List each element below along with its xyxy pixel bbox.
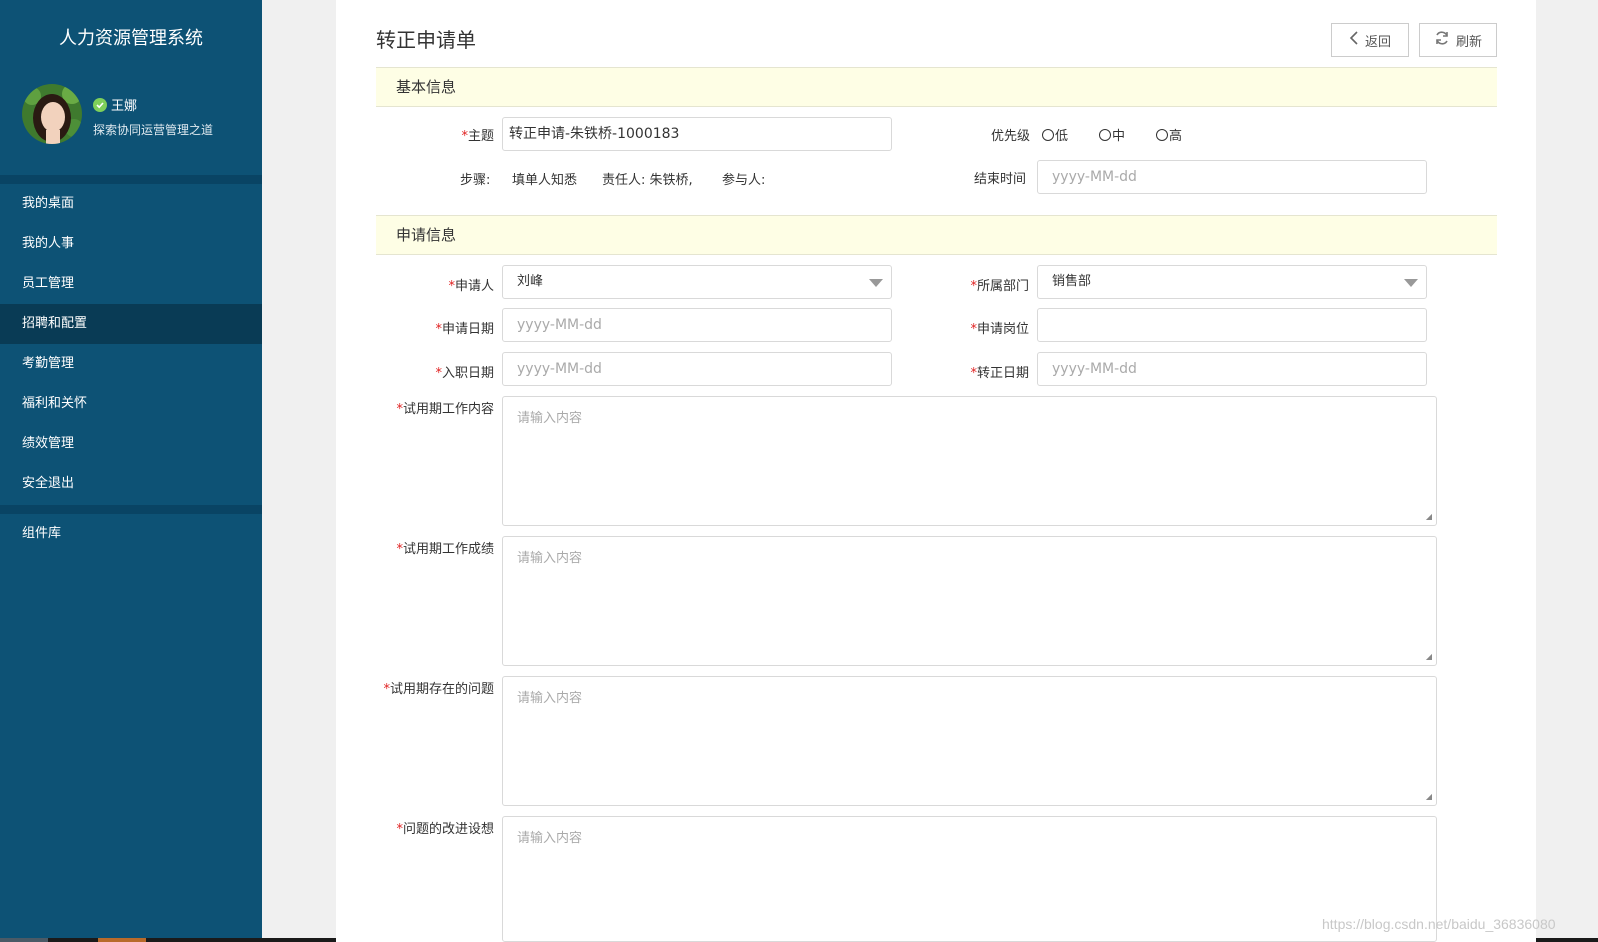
watermark: https://blog.csdn.net/baidu_36836080 — [1322, 916, 1556, 932]
entry-date-input[interactable]: yyyy-MM-dd — [502, 352, 892, 386]
work-result-label: *试用期工作成绩 — [396, 542, 494, 557]
owner-text: 责任人: 朱铁桥, — [602, 173, 693, 188]
subject-label: *主题 — [461, 129, 494, 144]
resize-grip-icon[interactable]: ◢ — [1426, 792, 1432, 801]
menu-item-desktop[interactable]: 我的桌面 — [0, 184, 262, 224]
sidebar-divider — [0, 175, 262, 184]
work-content-label: *试用期工作内容 — [396, 402, 494, 417]
sidebar: 人力资源管理系统 王娜 探索协同运营管理之道 我的桌面 我的人事 员工管理 招聘… — [0, 0, 262, 938]
problems-textarea[interactable]: 请输入内容 ◢ — [502, 676, 1437, 806]
dept-value: 销售部 — [1052, 274, 1092, 289]
apply-date-input[interactable]: yyyy-MM-dd — [502, 308, 892, 342]
applicant-select[interactable]: 刘峰 — [502, 265, 892, 299]
check-circle-icon — [93, 97, 107, 112]
applicant-value: 刘峰 — [517, 274, 544, 289]
page-title: 转正申请单 — [376, 28, 476, 52]
caret-down-icon — [1404, 279, 1418, 287]
user-avatar[interactable] — [22, 84, 82, 144]
section-apply-info: 申请信息 — [376, 215, 1497, 255]
improve-label: *问题的改进设想 — [396, 822, 494, 837]
user-name: 王娜 — [111, 99, 138, 114]
priority-low-radio[interactable]: 低 — [1042, 125, 1068, 144]
work-result-textarea[interactable]: 请输入内容 ◢ — [502, 536, 1437, 666]
main-content: 转正申请单 返回 刷新 基本信息 *主题 转正申请-朱铁桥-1000183 优先… — [336, 0, 1536, 942]
subject-input[interactable]: 转正申请-朱铁桥-1000183 — [502, 117, 892, 151]
radio-circle-icon — [1156, 128, 1168, 141]
steps-label: 步骤: — [460, 173, 491, 188]
participant-text: 参与人: — [722, 173, 766, 188]
textarea-placeholder: 请输入内容 — [517, 551, 583, 566]
entry-date-label: *入职日期 — [435, 366, 494, 381]
sidebar-divider — [0, 505, 262, 514]
end-time-label: 结束时间 — [973, 172, 1026, 187]
resize-grip-icon[interactable]: ◢ — [1426, 652, 1432, 661]
priority-mid-radio[interactable]: 中 — [1099, 125, 1125, 144]
work-content-textarea[interactable]: 请输入内容 ◢ — [502, 396, 1437, 526]
menu-item-performance[interactable]: 绩效管理 — [0, 424, 262, 464]
refresh-icon — [1434, 30, 1450, 50]
applicant-label: *申请人 — [448, 279, 494, 294]
regular-date-input[interactable]: yyyy-MM-dd — [1037, 352, 1427, 386]
priority-high-radio[interactable]: 高 — [1156, 125, 1182, 144]
user-motto: 探索协同运营管理之道 — [93, 123, 214, 137]
refresh-button[interactable]: 刷新 — [1419, 23, 1497, 57]
textarea-placeholder: 请输入内容 — [517, 691, 583, 706]
improve-textarea[interactable]: 请输入内容 — [502, 816, 1437, 942]
radio-circle-icon — [1042, 128, 1054, 141]
menu-item-employee[interactable]: 员工管理 — [0, 264, 262, 304]
menu-item-my-hr[interactable]: 我的人事 — [0, 224, 262, 264]
back-button-label: 返回 — [1364, 34, 1391, 50]
chevron-left-icon — [1349, 31, 1359, 49]
position-label: *申请岗位 — [970, 322, 1029, 337]
refresh-button-label: 刷新 — [1455, 34, 1482, 50]
back-button[interactable]: 返回 — [1331, 23, 1409, 57]
dept-label: *所属部门 — [970, 279, 1029, 294]
textarea-placeholder: 请输入内容 — [517, 831, 583, 846]
apply-date-label: *申请日期 — [435, 322, 494, 337]
menu-item-recruit[interactable]: 招聘和配置 — [0, 304, 262, 344]
section-basic-info: 基本信息 — [376, 67, 1497, 107]
priority-label: 优先级 — [990, 129, 1030, 144]
regular-date-label: *转正日期 — [970, 366, 1029, 381]
dept-select[interactable]: 销售部 — [1037, 265, 1427, 299]
menu-item-welfare[interactable]: 福利和关怀 — [0, 384, 262, 424]
app-title: 人力资源管理系统 — [59, 28, 203, 49]
menu-item-attendance[interactable]: 考勤管理 — [0, 344, 262, 384]
menu-item-components[interactable]: 组件库 — [0, 514, 262, 554]
user-name-row: 王娜 — [93, 95, 137, 114]
textarea-placeholder: 请输入内容 — [517, 411, 583, 426]
menu-item-logout[interactable]: 安全退出 — [0, 464, 262, 504]
resize-grip-icon[interactable]: ◢ — [1426, 512, 1432, 521]
caret-down-icon — [869, 279, 883, 287]
radio-circle-icon — [1099, 128, 1111, 141]
position-input[interactable] — [1037, 308, 1427, 342]
steps-text: 填单人知悉 — [512, 173, 578, 188]
problems-label: *试用期存在的问题 — [383, 682, 494, 697]
end-time-input[interactable]: yyyy-MM-dd — [1037, 160, 1427, 194]
